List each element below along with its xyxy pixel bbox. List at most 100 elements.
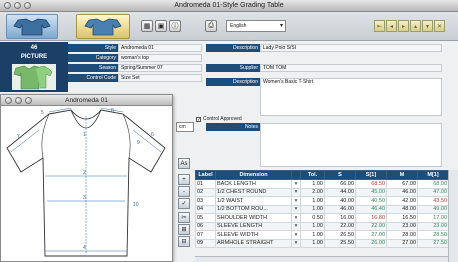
up-button[interactable]: ▴: [410, 20, 421, 32]
notes-field[interactable]: [260, 123, 442, 167]
control-approved-checkbox[interactable]: ✓: [196, 116, 201, 122]
chevron-down-icon[interactable]: ▾: [291, 204, 301, 214]
cell-size-m1[interactable]: 47.00: [417, 187, 449, 197]
cell-size-s[interactable]: 46.00: [324, 204, 356, 214]
expand-button[interactable]: ⊞: [178, 224, 190, 235]
garment-view-button[interactable]: [6, 14, 58, 39]
cell-label[interactable]: 09: [195, 238, 216, 248]
cell-tolerance[interactable]: 1.00: [300, 221, 325, 231]
col-label-header[interactable]: Label: [195, 170, 216, 180]
next-record-button[interactable]: ▸: [398, 20, 409, 32]
col-dimension-header[interactable]: Dimension: [215, 170, 292, 180]
table-row[interactable]: 02 1/2 CHEST ROUND ▾ 2.00 44.00 45.00 46.00 47.…: [195, 187, 449, 197]
down-button[interactable]: ▾: [422, 20, 433, 32]
close-record-button[interactable]: ✕: [434, 20, 445, 32]
sketch-window-titlebar[interactable]: Andromeda 01: [1, 95, 172, 106]
cell-size-s1[interactable]: 22.00: [355, 221, 387, 231]
cell-size-m1[interactable]: 68.00: [417, 179, 449, 189]
prev-record-button[interactable]: ◂: [386, 20, 397, 32]
col-s1-header[interactable]: S[1]: [355, 170, 387, 180]
cell-size-m1[interactable]: 23.00: [417, 221, 449, 231]
remove-row-button[interactable]: -: [178, 186, 190, 197]
cell-dimension[interactable]: 1/2 CHEST ROUND: [215, 187, 292, 197]
cell-size-m[interactable]: 67.00: [386, 179, 418, 189]
image-button[interactable]: ▣: [155, 20, 167, 32]
cell-size-m1[interactable]: 43.50: [417, 196, 449, 206]
add-row-button[interactable]: +: [178, 174, 190, 185]
cell-size-s[interactable]: 16.00: [324, 213, 356, 223]
chevron-down-icon[interactable]: ▾: [291, 238, 301, 248]
first-record-button[interactable]: ⇤: [374, 20, 385, 32]
cell-size-m[interactable]: 16.50: [386, 213, 418, 223]
cell-size-s[interactable]: 22.00: [324, 221, 356, 231]
description-field[interactable]: Lady Polo S/SI: [260, 44, 442, 52]
cell-size-m1[interactable]: 17.00: [417, 213, 449, 223]
cell-size-s[interactable]: 40.00: [324, 196, 356, 206]
table-row[interactable]: 07 SLEEVE WIDTH ▾ 1.00 26.50 27.00 28.00 28.50: [195, 230, 449, 240]
control-code-field[interactable]: Size Set: [118, 74, 202, 82]
chevron-down-icon[interactable]: ▾: [291, 196, 301, 206]
table-row[interactable]: 06 SLEEVE LENGTH ▾ 1.00 22.00 22.00 23.00 23.00: [195, 221, 449, 231]
chevron-down-icon[interactable]: ▾: [291, 230, 301, 240]
cell-label[interactable]: 07: [195, 230, 216, 240]
cell-size-s[interactable]: 26.50: [324, 230, 356, 240]
auto-size-button[interactable]: As: [178, 158, 190, 169]
season-field[interactable]: Spring/Summer 07: [118, 64, 202, 72]
cell-size-m[interactable]: 27.00: [386, 238, 418, 248]
cell-tolerance[interactable]: 1.00: [300, 179, 325, 189]
vertical-scrollbar[interactable]: [448, 170, 458, 262]
chevron-down-icon[interactable]: ▾: [291, 187, 301, 197]
cell-tolerance[interactable]: 1.00: [300, 230, 325, 240]
cell-size-s[interactable]: 44.00: [324, 187, 356, 197]
cell-size-s1[interactable]: 40.50: [355, 196, 387, 206]
tshirt-view-button[interactable]: [76, 14, 130, 39]
chevron-down-icon[interactable]: ▾: [291, 221, 301, 231]
horizontal-scrollbar[interactable]: [195, 256, 448, 262]
cell-label[interactable]: 02: [195, 187, 216, 197]
cell-label[interactable]: 01: [195, 179, 216, 189]
cell-label[interactable]: 05: [195, 213, 216, 223]
cell-label[interactable]: 03: [195, 196, 216, 206]
cell-dimension[interactable]: SLEEVE WIDTH: [215, 230, 292, 240]
cell-tolerance[interactable]: 1.00: [300, 204, 325, 214]
table-row[interactable]: 09 ARMHOLE STRAIGHT ▾ 1.00 25.50 26.00 27.00 27…: [195, 238, 449, 248]
table-row[interactable]: 03 1/2 WAIST ▾ 1.00 40.00 40.50 42.00 43.50: [195, 196, 449, 206]
cell-size-s1[interactable]: 46.40: [355, 204, 387, 214]
style-picture[interactable]: [12, 64, 56, 90]
cell-size-s1[interactable]: 26.00: [355, 238, 387, 248]
cell-size-m1[interactable]: 27.50: [417, 238, 449, 248]
cell-size-m[interactable]: 23.00: [386, 221, 418, 231]
cell-size-m[interactable]: 28.00: [386, 230, 418, 240]
col-s-header[interactable]: S: [324, 170, 356, 180]
description2-field[interactable]: Women's Basic T-Shirt: [260, 78, 442, 116]
cell-tolerance[interactable]: 1.00: [300, 238, 325, 248]
cell-dimension[interactable]: SLEEVE LENGTH: [215, 221, 292, 231]
cell-size-m1[interactable]: 49.00: [417, 204, 449, 214]
cell-tolerance[interactable]: 1.00: [300, 196, 325, 206]
print-button[interactable]: ⎙: [205, 20, 217, 32]
cell-dimension[interactable]: SHOULDER WIDTH: [215, 213, 292, 223]
cell-size-s[interactable]: 25.50: [324, 238, 356, 248]
cell-dimension[interactable]: ARMHOLE STRAIGHT: [215, 238, 292, 248]
col-tol-header[interactable]: Tol.: [300, 170, 325, 180]
cell-size-s1[interactable]: 45.00: [355, 187, 387, 197]
category-field[interactable]: woman's top: [118, 54, 202, 62]
cell-size-s1[interactable]: 16.80: [355, 213, 387, 223]
cell-size-s1[interactable]: 27.00: [355, 230, 387, 240]
grid-button[interactable]: ▦: [141, 20, 153, 32]
collapse-button[interactable]: ⊟: [178, 236, 190, 247]
cell-size-s1[interactable]: 68.50: [355, 179, 387, 189]
table-row[interactable]: 01 BACK LENGTH ▾ 1.00 66.00 68.50 67.00 68.00: [195, 179, 449, 189]
approve-button[interactable]: ✓: [178, 198, 190, 209]
cell-size-m1[interactable]: 28.50: [417, 230, 449, 240]
chevron-down-icon[interactable]: ▾: [291, 179, 301, 189]
col-m-header[interactable]: M: [386, 170, 418, 180]
table-row[interactable]: 05 SHOULDER WIDTH ▾ 0.50 16.00 16.80 16.50 17.0…: [195, 213, 449, 223]
cell-size-s[interactable]: 66.00: [324, 179, 356, 189]
cell-size-m[interactable]: 42.00: [386, 196, 418, 206]
cut-button[interactable]: ✂: [178, 212, 190, 223]
cell-label[interactable]: 04: [195, 204, 216, 214]
cell-size-m[interactable]: 46.00: [386, 187, 418, 197]
col-m1-header[interactable]: M[1]: [417, 170, 449, 180]
supplier-field[interactable]: TOM TOM: [260, 64, 442, 72]
